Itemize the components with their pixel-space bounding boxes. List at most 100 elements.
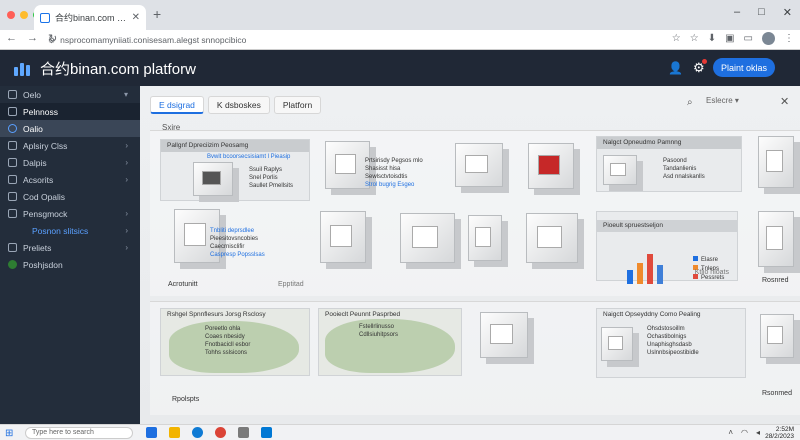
sidebar-item-poshjsdon[interactable]: Poshjsdon [0, 256, 140, 273]
sidebar-item-cod-opalis[interactable]: Cod Opalis [0, 188, 140, 205]
address-bar: ← → ↻ ⚙ nsprocomamyniiati.conisesam.aleg… [0, 30, 800, 50]
sidebar-item-oalio[interactable]: Oalio [0, 120, 140, 137]
card-row-1: Pallgnf Dpreciizim Peosamg Bvwit bcoorse… [150, 130, 800, 296]
browser-tab[interactable]: 合约binan.com Ihoms Elips ✕ [34, 5, 146, 30]
app-header: 合约binan.com platforw 👤 ⚙ Plaint oklas [0, 50, 800, 86]
sidebar-item-dalpis[interactable]: Dalpis › [0, 154, 140, 171]
forward-icon[interactable]: → [27, 32, 38, 45]
browser-toolbar: ☆ ☆ ⬇ ▣ ▭ ⋮ [672, 32, 794, 45]
card-header: Pallgnf Dpreciizim Peosamg [161, 140, 309, 152]
explorer-icon[interactable] [169, 427, 180, 438]
document-icon [8, 141, 17, 150]
taskbar-search[interactable]: Type here to search [25, 427, 133, 439]
grid-icon [8, 158, 17, 167]
chart-bar [627, 269, 633, 284]
browser-tabstrip: 合约binan.com Ihoms Elips ✕ + – □ ✕ [0, 0, 800, 30]
download-icon[interactable]: ⬇ [708, 33, 716, 44]
taskbar-apps [146, 427, 272, 438]
bookmark-star-icon[interactable]: ☆ [672, 33, 681, 44]
brand-title: 合约binan.com platforw [40, 60, 196, 78]
card-list: Prtsirisdy Pegsos mlo Shasisst hisa Sewl… [365, 158, 423, 188]
close-icon[interactable]: ✕ [780, 95, 789, 108]
home-icon [8, 90, 17, 99]
card-opneudmo[interactable]: Nalgct Opneudmo Pamnng Pasoond Tandanlie… [596, 136, 742, 192]
clock[interactable]: 2:52M 28/2/2023 [765, 426, 794, 440]
wifi-icon[interactable]: ◠ [741, 428, 748, 437]
store-icon[interactable] [261, 427, 272, 438]
footer-rsonmed[interactable]: Rsonmed [762, 390, 792, 397]
system-tray: ˄ ◠ ◂ [728, 428, 760, 437]
url-field[interactable]: ⚙ nsprocomamyniiati.conisesam.alegst snn… [48, 32, 658, 48]
circle-icon [8, 124, 17, 133]
chrome-icon[interactable] [215, 427, 226, 438]
new-tab-icon[interactable]: + [153, 6, 161, 22]
card-map-1[interactable]: Rshgel Spnnflesurs Jorsg Rsclosy Poreetl… [160, 308, 310, 376]
chart-bar [637, 262, 643, 284]
site-info-icon[interactable]: ⚙ [48, 36, 55, 45]
card-planning[interactable]: Pallgnf Dpreciizim Peosamg Bvwit bcoorse… [160, 139, 310, 201]
device-illustration [193, 162, 233, 196]
chart-bar [657, 264, 663, 284]
sidepanel-icon[interactable]: ▭ [744, 33, 753, 44]
close-dot[interactable] [7, 11, 15, 19]
back-icon[interactable]: ← [6, 32, 17, 45]
footer-rosnred[interactable]: Rosnred [762, 277, 788, 284]
status-dot-icon [8, 260, 17, 269]
minimize-dot[interactable] [20, 11, 28, 19]
tab-favicon-icon [40, 12, 50, 23]
content-tabs: E dsigrad K dsboskes Platforn [150, 96, 322, 114]
bar-chart [627, 252, 687, 284]
user-icon[interactable]: 👤 [668, 61, 683, 75]
card-row-2: Rshgel Spnnflesurs Jorsg Rsclosy Poreetl… [150, 301, 800, 415]
search-icon[interactable]: ⌕ [687, 97, 693, 108]
window-minimize-button[interactable]: – [734, 6, 740, 19]
card-illustration-edge [758, 136, 794, 188]
folder-icon [8, 209, 17, 218]
filter-select[interactable]: Eslecre [706, 96, 739, 105]
sidebar-item-preliets[interactable]: Preliets › [0, 239, 140, 256]
edge-icon[interactable] [192, 427, 203, 438]
sidebar-item-pensgmock[interactable]: Pensgmock › [0, 205, 140, 222]
card-illustration [455, 143, 503, 187]
sidebar-item-oelo[interactable]: Oelo ▾ [0, 86, 140, 103]
sidebar-item-aplsiry[interactable]: Aplsiry Clss › [0, 137, 140, 154]
card-footer[interactable]: Ktlio hioats [695, 269, 729, 276]
card-list-3: Tnbliti deprsdlee Pieesitovsncobies Caec… [210, 228, 265, 258]
card-opseyddny[interactable]: Naigctt Opseyddny Como Pealing Ohsdstoso… [596, 308, 746, 378]
sidebar-subitem-posnon[interactable]: Posnon slitsics › [0, 222, 140, 239]
accounts-icon [8, 175, 17, 184]
footer-acrotunitt[interactable]: Acrotunitt [168, 281, 198, 288]
tab-close-icon[interactable]: ✕ [132, 12, 140, 23]
taskview-icon[interactable] [146, 427, 157, 438]
chevron-up-icon[interactable]: ˄ [728, 428, 733, 437]
user-icon [8, 107, 17, 116]
card-map-2[interactable]: Pooieclt Peunnt Pasprbed Fstellrlinusso … [318, 308, 462, 376]
tab-title: 合约binan.com Ihoms Elips [55, 13, 127, 23]
app-icon[interactable] [238, 427, 249, 438]
sidebar-item-pelnnoss[interactable]: Pelnnoss [0, 103, 140, 120]
reading-icon[interactable]: ▣ [725, 33, 734, 44]
primary-action-button[interactable]: Plaint oklas [713, 58, 775, 77]
sidebar-item-acsorits[interactable]: Acsorits › [0, 171, 140, 188]
windows-start-icon[interactable]: ⊞ [5, 428, 13, 439]
footer-epptitad[interactable]: Epptitad [278, 281, 304, 288]
window-maximize-button[interactable]: □ [758, 6, 765, 19]
extensions-star-icon[interactable]: ☆ [690, 33, 699, 44]
code-icon [8, 192, 17, 201]
window-controls: – □ ✕ [734, 6, 792, 19]
card-illustration [528, 143, 574, 189]
speaker-icon[interactable]: ◂ [756, 428, 760, 437]
tab-dsboskes[interactable]: K dsboskes [207, 96, 270, 114]
footer-rpolspts[interactable]: Rpolspts [172, 396, 199, 403]
card-illustration [325, 141, 370, 189]
tab-platforn[interactable]: Platforn [273, 96, 322, 114]
url-text: nsprocomamyniiati.conisesam.alegst snnop… [60, 35, 247, 45]
window-close-button[interactable]: ✕ [783, 6, 792, 19]
notification-gear-icon[interactable]: ⚙ [693, 59, 707, 76]
profile-avatar[interactable] [762, 32, 775, 45]
card-chart[interactable]: Pioeult spruestseljon Elasre Tnleps Pess… [596, 211, 738, 284]
main-content: E dsigrad K dsboskes Platforn ⌕ Eslecre … [140, 86, 800, 424]
menu-kebab-icon[interactable]: ⋮ [784, 33, 794, 44]
logo-icon [14, 60, 32, 76]
tab-dsigrad[interactable]: E dsigrad [150, 96, 204, 114]
